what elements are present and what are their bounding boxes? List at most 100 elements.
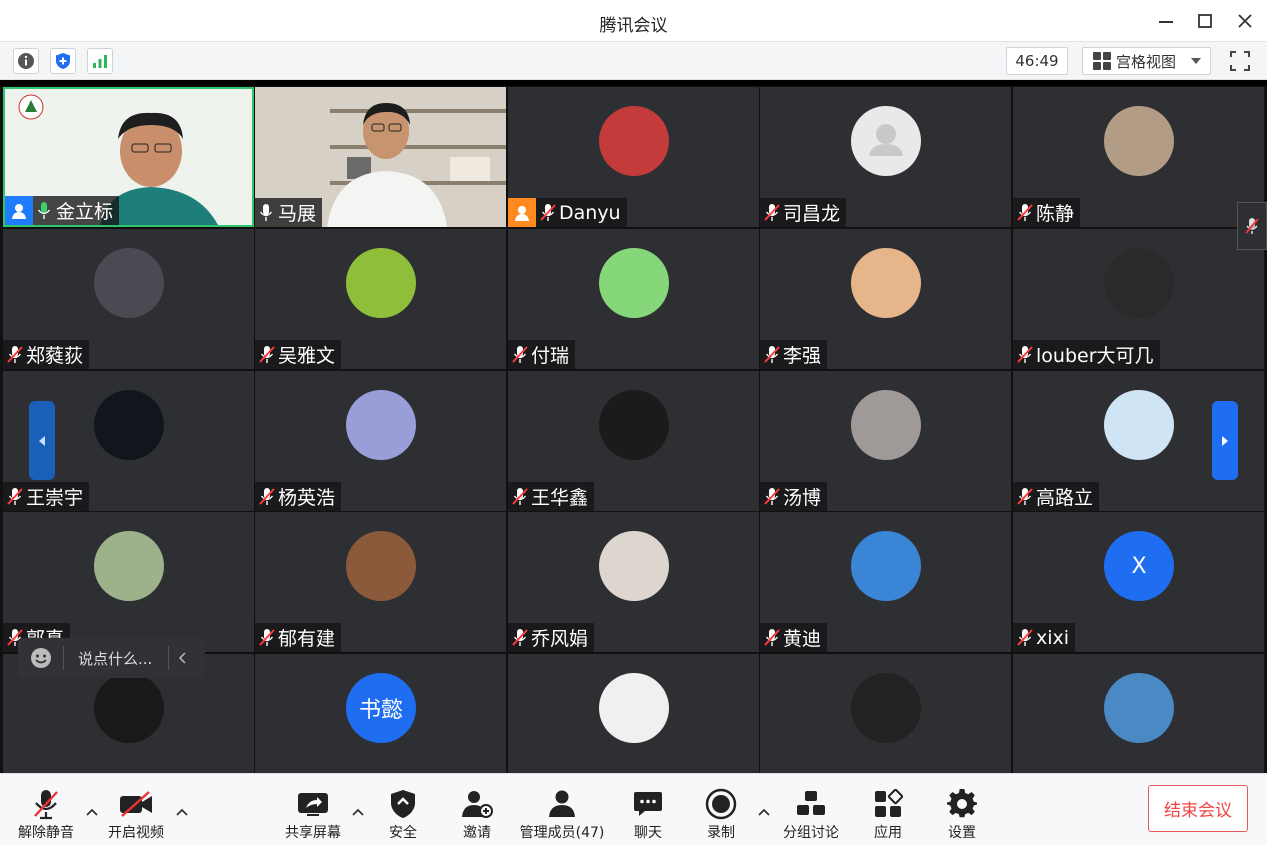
mic-muted-icon [512, 628, 528, 648]
chat-label: 聊天 [634, 825, 662, 841]
participant-tile[interactable] [1013, 654, 1264, 774]
participant-tile[interactable]: 郭真 [3, 512, 254, 652]
chevron-up-icon[interactable] [86, 806, 98, 818]
apps-button[interactable]: 应用 [869, 774, 907, 845]
chevron-up-icon[interactable] [176, 806, 188, 818]
participant-tile[interactable]: 陈静 [1013, 87, 1264, 227]
meeting-info-button[interactable] [13, 48, 39, 74]
mic-muted-icon [7, 487, 23, 505]
breakout-rooms-button[interactable]: 分组讨论 [780, 774, 842, 845]
quick-chat-box[interactable]: 说点什么... [18, 638, 205, 678]
view-mode-select[interactable]: 宫格视图 [1082, 47, 1211, 75]
participant-tile[interactable]: 吴雅文 [255, 229, 506, 369]
share-screen-icon [298, 793, 328, 816]
record-button[interactable]: 录制 [702, 774, 740, 845]
fullscreen-button[interactable] [1226, 47, 1254, 75]
participant-name: 黄迪 [783, 628, 822, 650]
participant-tile[interactable]: 书懿 [255, 654, 506, 774]
participant-avatar [94, 673, 164, 743]
participant-name: 王崇宇 [26, 487, 84, 509]
security-button[interactable]: 安全 [384, 774, 422, 845]
share-screen-button[interactable]: 共享屏幕 [282, 774, 344, 845]
participant-name-tag: 郁有建 [255, 623, 342, 652]
manage-members-button[interactable]: 管理成员(47) [519, 774, 605, 845]
chat-button[interactable]: 聊天 [629, 774, 667, 845]
mic-muted-icon [259, 628, 275, 646]
mic-muted-icon [512, 487, 528, 505]
gear-icon [947, 789, 977, 818]
participant-name-tag: 陈静 [1013, 198, 1081, 227]
floating-mic-indicator[interactable] [1237, 202, 1267, 250]
emoji-button[interactable] [18, 646, 64, 670]
participant-tile[interactable] [760, 654, 1011, 774]
close-button[interactable] [1232, 8, 1258, 34]
avatar-initials: 书懿 [358, 698, 403, 723]
invite-button[interactable]: 邀请 [458, 774, 496, 845]
participant-tile[interactable]: Danyu [508, 87, 759, 227]
window-title: 腾讯会议 [599, 16, 668, 36]
participant-tile[interactable]: 李强 [760, 229, 1011, 369]
chevron-up-icon[interactable] [352, 806, 364, 818]
title-bar: 腾讯会议 [0, 0, 1267, 42]
participant-avatar [851, 390, 921, 460]
settings-button[interactable]: 设置 [943, 774, 981, 845]
participant-name-tag: 乔风娟 [508, 623, 595, 652]
participant-tile[interactable]: 付瑞 [508, 229, 759, 369]
start-video-button[interactable]: 开启视频 [104, 774, 168, 845]
end-meeting-button[interactable]: 结束会议 [1148, 785, 1248, 832]
participant-avatar [346, 248, 416, 318]
participant-name: 付瑞 [531, 345, 570, 367]
participant-tile[interactable]: 杨英浩 [255, 371, 506, 511]
next-page-button[interactable] [1212, 401, 1238, 480]
participant-tile[interactable]: Xxixi [1013, 512, 1264, 652]
participant-name: Danyu [559, 201, 621, 224]
participant-avatar [599, 673, 669, 743]
participant-tile[interactable]: 黄迪 [760, 512, 1011, 652]
unmute-button[interactable]: 解除静音 [14, 774, 78, 845]
view-mode-label: 宫格视图 [1116, 52, 1177, 71]
apps-label: 应用 [874, 825, 902, 841]
mic-muted-icon [512, 345, 528, 363]
participant-tile[interactable]: 金立标 [3, 87, 254, 227]
invite-label: 邀请 [463, 825, 491, 841]
minimize-button[interactable] [1153, 8, 1179, 34]
participant-avatar: X [1104, 531, 1174, 601]
participant-name: 陈静 [1036, 203, 1075, 225]
participant-name: 李强 [783, 345, 822, 367]
mic-muted-icon [1017, 487, 1033, 507]
participant-name: 马展 [278, 203, 317, 225]
participant-avatar [346, 390, 416, 460]
participant-name: 王华鑫 [531, 487, 589, 509]
participant-avatar [599, 531, 669, 601]
participant-tile[interactable]: 乔风娟 [508, 512, 759, 652]
network-status-button[interactable] [87, 48, 113, 74]
participant-tile[interactable]: 郁有建 [255, 512, 506, 652]
share-screen-label: 共享屏幕 [285, 825, 341, 841]
chat-input-placeholder[interactable]: 说点什么... [78, 648, 168, 669]
maximize-button[interactable] [1192, 8, 1218, 34]
participant-tile[interactable]: 郑蕤荻 [3, 229, 254, 369]
participant-name: 郁有建 [278, 628, 336, 650]
participant-tile[interactable]: 司昌龙 [760, 87, 1011, 227]
mic-muted-icon [1017, 203, 1033, 221]
camera-off-icon [120, 791, 152, 817]
participant-tile[interactable] [508, 654, 759, 774]
participant-tile[interactable]: 马展 [255, 87, 506, 227]
prev-page-button[interactable] [29, 401, 55, 480]
participant-tile[interactable]: 王华鑫 [508, 371, 759, 511]
settings-label: 设置 [948, 825, 976, 841]
mic-muted-icon [512, 628, 528, 646]
participant-tile[interactable]: 汤博 [760, 371, 1011, 511]
unmute-label: 解除静音 [18, 825, 74, 841]
mic-muted-icon [540, 203, 556, 223]
security-status-button[interactable] [50, 48, 76, 74]
participant-avatar [94, 248, 164, 318]
participant-tile[interactable]: louber大可几 [1013, 229, 1264, 369]
mic-muted-icon [1245, 218, 1259, 234]
chevron-up-icon[interactable] [758, 806, 770, 818]
collapse-chat-button[interactable] [168, 646, 194, 670]
participant-name-tag: 高路立 [1013, 482, 1100, 511]
participant-avatar [851, 248, 921, 318]
participant-name-tag: 王华鑫 [508, 482, 595, 511]
mic-icon [259, 203, 273, 221]
